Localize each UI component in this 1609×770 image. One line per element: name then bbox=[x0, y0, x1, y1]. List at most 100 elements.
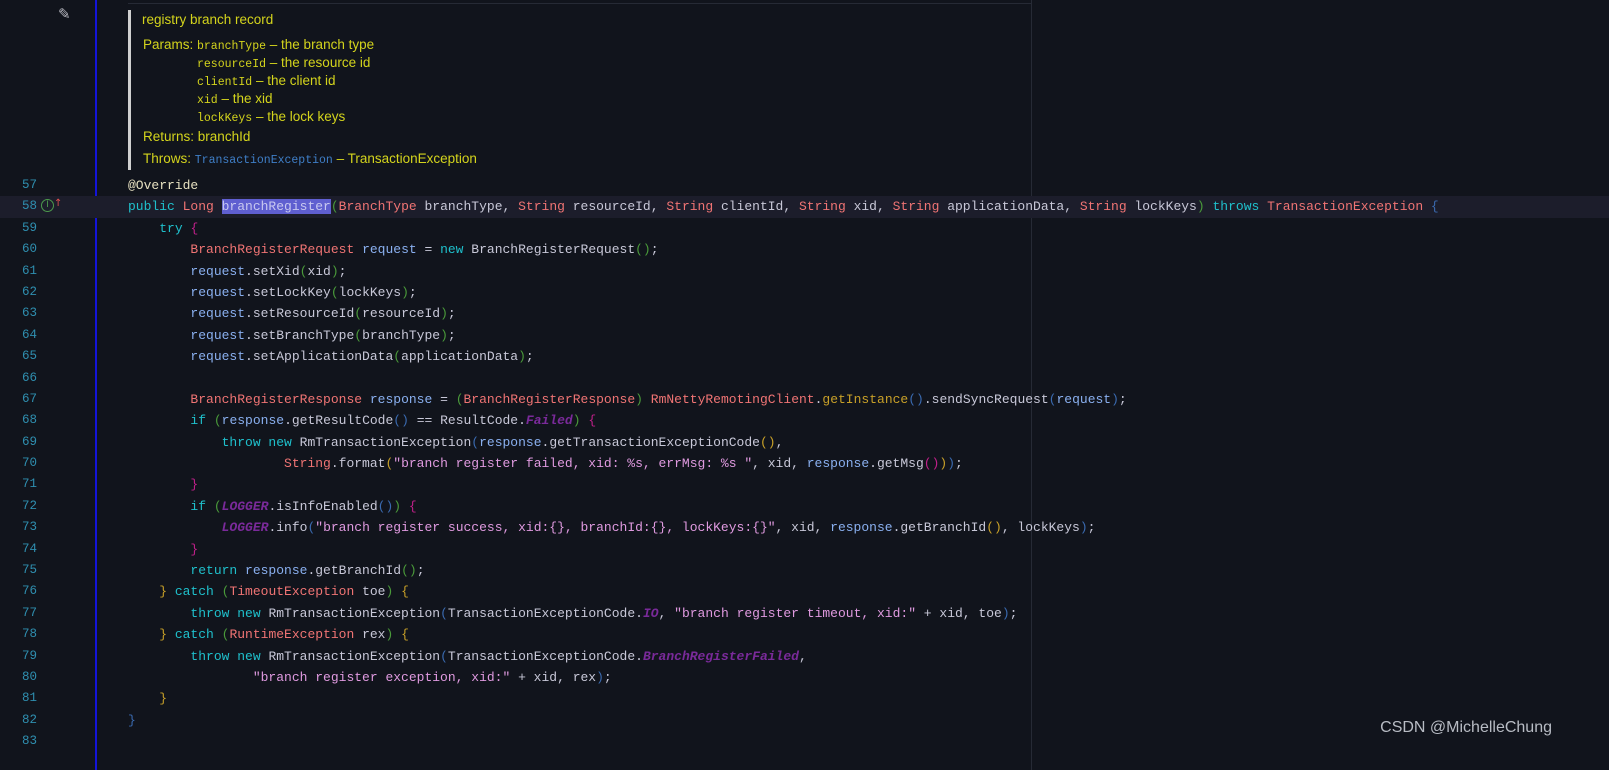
code-line[interactable]: 76 } catch (TimeoutException toe) { bbox=[0, 581, 1609, 602]
line-number[interactable]: 69 bbox=[0, 432, 37, 453]
code-token: String bbox=[892, 199, 948, 215]
line-number[interactable]: 68 bbox=[0, 410, 37, 431]
code-token: ; bbox=[338, 263, 347, 279]
code-token: ; bbox=[408, 284, 417, 300]
code-text: LOGGER.info("branch register success, xi… bbox=[128, 517, 1096, 538]
pencil-icon[interactable]: ✎ bbox=[58, 5, 71, 23]
code-token: clientId, bbox=[720, 199, 799, 215]
code-token: ( bbox=[213, 413, 222, 429]
implements-method-icon[interactable]: I bbox=[41, 199, 54, 213]
code-token: public bbox=[128, 199, 183, 215]
code-token: } bbox=[159, 627, 175, 643]
code-token: ( bbox=[471, 434, 480, 450]
line-number[interactable]: 82 bbox=[0, 710, 37, 731]
line-number[interactable]: 63 bbox=[0, 303, 37, 324]
code-line[interactable]: 65 request.setApplicationData(applicatio… bbox=[0, 346, 1609, 367]
javadoc-summary: registry branch record bbox=[142, 12, 274, 27]
code-token: , xid, bbox=[775, 520, 831, 536]
line-number[interactable]: 78 bbox=[0, 624, 37, 645]
line-number[interactable]: 74 bbox=[0, 539, 37, 560]
code-line[interactable]: 62 request.setLockKey(lockKeys); bbox=[0, 282, 1609, 303]
line-number[interactable]: 65 bbox=[0, 346, 37, 367]
line-number[interactable]: 61 bbox=[0, 261, 37, 282]
code-line[interactable]: 77 throw new RmTransactionException(Tran… bbox=[0, 603, 1609, 624]
line-number[interactable]: 79 bbox=[0, 646, 37, 667]
code-line[interactable]: 73 LOGGER.info("branch register success,… bbox=[0, 517, 1609, 538]
line-number[interactable]: 76 bbox=[0, 581, 37, 602]
line-number[interactable]: 83 bbox=[0, 731, 37, 752]
line-number[interactable]: 66 bbox=[0, 368, 37, 389]
code-token: branchType bbox=[362, 327, 441, 343]
code-line[interactable]: 69 throw new RmTransactionException(resp… bbox=[0, 432, 1609, 453]
javadoc-param-row: Params: branchType – the branch type bbox=[143, 37, 374, 53]
line-number[interactable]: 80 bbox=[0, 667, 37, 688]
line-number[interactable]: 59 bbox=[0, 218, 37, 239]
code-editor[interactable]: 57 @Override 58 I ↑ public Long branchRegiste… bbox=[0, 175, 1609, 753]
code-token: .setBranchType bbox=[245, 327, 355, 343]
line-number[interactable]: 72 bbox=[0, 496, 37, 517]
code-line[interactable]: 74 } bbox=[0, 539, 1609, 560]
code-line[interactable]: 64 request.setBranchType(branchType); bbox=[0, 325, 1609, 346]
code-line[interactable]: 75 return response.getBranchId(); bbox=[0, 560, 1609, 581]
code-token: () bbox=[908, 391, 924, 407]
line-number[interactable]: 62 bbox=[0, 282, 37, 303]
code-line[interactable]: 61 request.setXid(xid); bbox=[0, 261, 1609, 282]
line-number[interactable]: 77 bbox=[0, 603, 37, 624]
code-line[interactable]: 71 } bbox=[0, 474, 1609, 495]
code-token: throw new bbox=[190, 605, 269, 621]
line-number[interactable]: 60 bbox=[0, 239, 37, 260]
code-token: .getResultCode bbox=[284, 413, 394, 429]
code-line[interactable]: 66 bbox=[0, 368, 1609, 389]
line-number[interactable]: 75 bbox=[0, 560, 37, 581]
line-number[interactable]: 73 bbox=[0, 517, 37, 538]
code-line[interactable]: 83 bbox=[0, 731, 1609, 752]
code-token: ; bbox=[525, 349, 534, 365]
line-number[interactable]: 64 bbox=[0, 325, 37, 346]
code-token: BranchRegisterResponse bbox=[190, 391, 370, 407]
line-number[interactable]: 67 bbox=[0, 389, 37, 410]
code-token: ; bbox=[447, 306, 456, 322]
line-number[interactable]: 58 bbox=[0, 196, 37, 217]
code-token: catch bbox=[174, 627, 222, 643]
code-token: response bbox=[479, 434, 542, 450]
code-line[interactable]: 78 } catch (RuntimeException rex) { bbox=[0, 624, 1609, 645]
code-token: .getBranchId bbox=[307, 563, 402, 579]
code-token: TransactionExceptionCode. bbox=[447, 648, 643, 664]
line-number[interactable]: 57 bbox=[0, 175, 37, 196]
code-token: LOGGER bbox=[221, 520, 269, 536]
code-token: ( bbox=[440, 648, 448, 664]
code-token: .isInfoEnabled bbox=[268, 498, 378, 514]
code-line[interactable]: 80 "branch register exception, xid:" + x… bbox=[0, 667, 1609, 688]
code-line[interactable]: 68 if (response.getResultCode() == Resul… bbox=[0, 410, 1609, 431]
code-line[interactable]: 57 @Override bbox=[0, 175, 1609, 196]
line-number[interactable]: 81 bbox=[0, 688, 37, 709]
javadoc-param-row: resourceId – the resource id bbox=[143, 55, 370, 71]
code-line[interactable]: 59 try { bbox=[0, 218, 1609, 239]
code-line[interactable]: 60 BranchRegisterRequest request = new B… bbox=[0, 239, 1609, 260]
code-token: String bbox=[284, 456, 331, 472]
code-token: } bbox=[190, 541, 199, 557]
code-token: RmTransactionException bbox=[268, 605, 441, 621]
param-name: branchType bbox=[197, 40, 267, 53]
code-line[interactable]: 72 if (LOGGER.isInfoEnabled()) { bbox=[0, 496, 1609, 517]
line-number[interactable]: 70 bbox=[0, 453, 37, 474]
code-text: } bbox=[128, 474, 198, 495]
code-line[interactable]: 70 String.format("branch register failed… bbox=[0, 453, 1609, 474]
code-token: rex bbox=[362, 627, 386, 643]
code-line[interactable]: 79 throw new RmTransactionException(Tran… bbox=[0, 646, 1609, 667]
code-token: ) bbox=[635, 391, 643, 407]
code-line[interactable]: 81 } bbox=[0, 688, 1609, 709]
throws-type-link[interactable]: TransactionException bbox=[195, 154, 333, 167]
code-line[interactable]: 67 BranchRegisterResponse response = (Br… bbox=[0, 389, 1609, 410]
code-line[interactable]: 82} bbox=[0, 710, 1609, 731]
line-number[interactable]: 71 bbox=[0, 474, 37, 495]
code-line[interactable]: 63 request.setResourceId(resourceId); bbox=[0, 303, 1609, 324]
code-line[interactable]: 58 I ↑ public Long branchRegister(BranchTyp… bbox=[0, 196, 1609, 218]
